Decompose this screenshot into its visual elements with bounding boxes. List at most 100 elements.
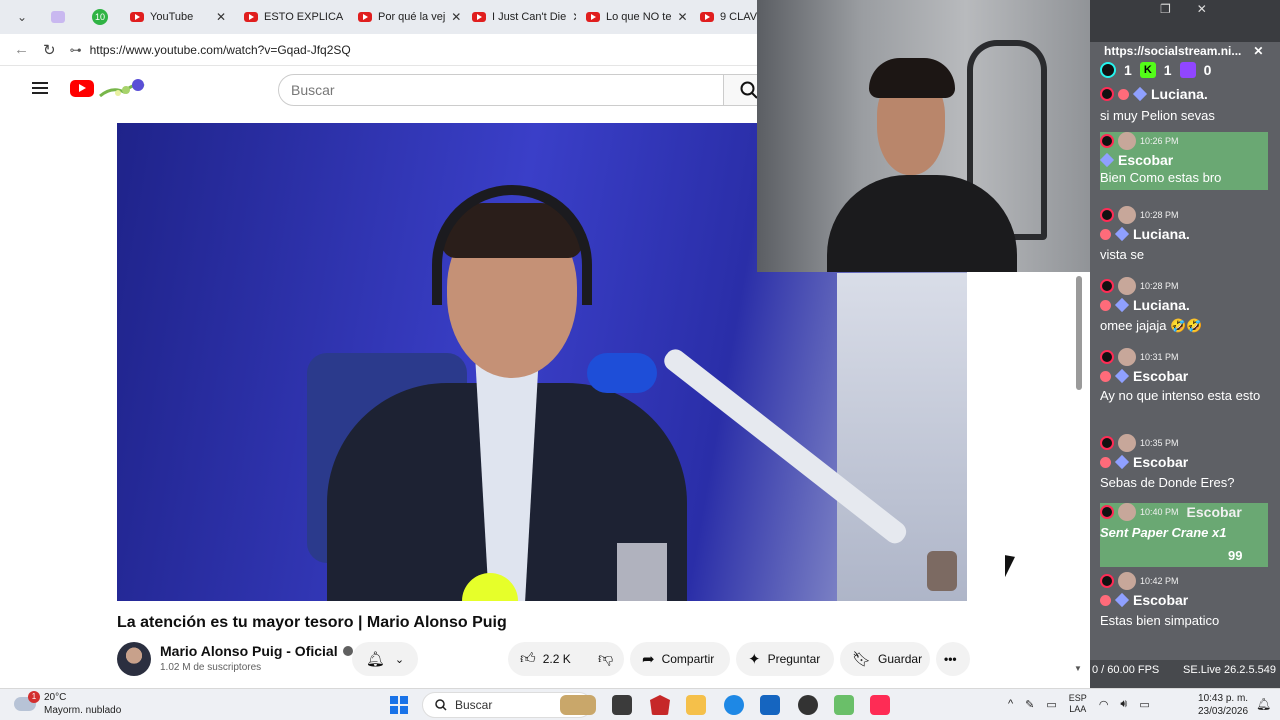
youtube-favicon-icon xyxy=(244,12,258,22)
sparkle-icon: ✦ xyxy=(748,651,761,668)
tiktok-icon xyxy=(1100,208,1114,222)
tab-list-chevron-icon[interactable]: ⌄ xyxy=(8,5,36,29)
edge-browser-icon[interactable] xyxy=(724,695,744,715)
chevron-down-icon: ⌄ xyxy=(394,653,405,666)
badge-icon xyxy=(1100,456,1111,468)
clock-time: 10:43 p. m. xyxy=(1198,693,1249,704)
lang-code: ESP xyxy=(1068,693,1087,703)
taskbar: 1 20°C Mayorm. nublado Buscar ^ ✎ ▭ ESP L… xyxy=(0,688,1280,720)
tiktok-icon xyxy=(1100,279,1114,293)
tab-9-claves[interactable]: 9 CLAVES xyxy=(692,4,758,30)
chat-text: Ay no que intenso esta esto xyxy=(1100,388,1261,403)
youtube-favicon-icon xyxy=(586,12,600,22)
lang-layout: LAA xyxy=(1069,704,1087,714)
channel-name[interactable]: Mario Alonso Puig - Oficial xyxy=(160,643,353,659)
clock-date: 23/03/2026 xyxy=(1198,706,1249,717)
chat-text: Sebas de Donde Eres? xyxy=(1100,475,1235,490)
tiktok-icon xyxy=(1100,574,1114,588)
reload-icon[interactable]: ↻ xyxy=(43,41,56,59)
tab-counter[interactable]: 10 xyxy=(80,4,120,30)
chat-text: Bien Como estas bro xyxy=(1100,170,1222,185)
ask-button[interactable]: ✦ Preguntar xyxy=(736,642,834,676)
chat-url-bar[interactable]: https://socialstream.ni... ✕ xyxy=(1104,44,1280,58)
start-button[interactable] xyxy=(390,696,408,714)
subscriber-count: 1.02 M de suscriptores xyxy=(160,662,262,673)
game-app-icon[interactable] xyxy=(834,695,854,715)
tiktok-live-icon[interactable] xyxy=(870,695,890,715)
url-field[interactable]: ⊶ https://www.youtube.com/watch?v=Gqad-J… xyxy=(70,43,351,57)
chat-footer: 0 / 60.00 FPS SE.Live 26.2.5.549 xyxy=(1090,660,1280,688)
search-highlight-icon[interactable] xyxy=(560,695,596,715)
close-window-icon[interactable]: ✕ xyxy=(1197,2,1207,16)
chat-username: Luciana. xyxy=(1133,226,1190,242)
webcam-overlay xyxy=(757,0,1105,272)
save-button[interactable]: 🔖︎ Guardar xyxy=(840,642,930,676)
close-icon[interactable]: ✕ xyxy=(677,10,687,24)
chat-text: si muy Pelion sevas xyxy=(1100,108,1215,123)
more-actions-button[interactable]: ••• xyxy=(936,642,970,676)
badge-icon xyxy=(1100,594,1111,606)
chat-username: Escobar xyxy=(1186,504,1242,520)
obs-icon[interactable] xyxy=(798,695,818,715)
weather-widget[interactable]: 1 20°C Mayorm. nublado xyxy=(14,691,121,717)
chat-username: Luciana. xyxy=(1133,297,1190,313)
close-icon[interactable]: ✕ xyxy=(572,10,576,24)
menu-icon[interactable] xyxy=(32,82,48,94)
like-button[interactable]: 👍︎ 2.2 K xyxy=(508,642,600,676)
tiktok-icon xyxy=(1100,350,1114,364)
clock[interactable]: 10:43 p. m. 23/03/2026 xyxy=(1198,692,1248,718)
tab-por-que[interactable]: Por qué la vej ✕ xyxy=(350,4,462,30)
page-scrollbar-thumb[interactable] xyxy=(1076,276,1082,390)
tab-label: 9 CLAVES xyxy=(720,11,758,23)
diamond-icon xyxy=(1099,152,1115,168)
language-indicator[interactable]: ESP LAA xyxy=(1069,693,1087,715)
channel-watermark[interactable] xyxy=(927,551,957,591)
store-icon[interactable] xyxy=(760,695,780,715)
tab-pinned[interactable] xyxy=(38,4,78,30)
wifi-icon[interactable]: ◠ xyxy=(1099,698,1109,711)
avatar xyxy=(1118,503,1136,521)
badge-icon xyxy=(1118,88,1129,100)
share-button[interactable]: ➦ Compartir xyxy=(630,642,730,676)
chat-username: Escobar xyxy=(1133,454,1189,470)
dislike-button[interactable]: 👎︎ xyxy=(588,642,624,676)
site-info-icon[interactable]: ⊶ xyxy=(70,43,82,57)
tab-lo-que[interactable]: Lo que NO te ✕ xyxy=(578,4,690,30)
tab-esto-explica[interactable]: ESTO EXPLICA✕ xyxy=(236,4,348,30)
display-icon[interactable]: ▭ xyxy=(1046,698,1056,711)
shield-app-icon[interactable] xyxy=(650,695,670,715)
close-icon[interactable]: ✕ xyxy=(451,10,461,24)
file-explorer-icon[interactable] xyxy=(686,695,706,715)
restore-icon[interactable]: ❐ xyxy=(1160,2,1171,16)
pen-icon[interactable]: ✎ xyxy=(1025,698,1034,711)
share-icon: ➦ xyxy=(642,651,655,668)
avatar xyxy=(1118,277,1136,295)
save-label: Guardar xyxy=(878,652,923,666)
tab-i-just[interactable]: I Just Can't Die ✕ xyxy=(464,4,576,30)
doodle-logo-icon[interactable] xyxy=(98,78,146,100)
url-text: https://www.youtube.com/watch?v=Gqad-Jfq… xyxy=(89,42,351,57)
twitch-count: 0 xyxy=(1203,62,1212,78)
chat-username: Escobar xyxy=(1133,368,1189,384)
close-icon[interactable]: ✕ xyxy=(216,10,226,24)
temperature: 20°C xyxy=(44,692,67,703)
search-input[interactable]: Buscar xyxy=(278,74,724,106)
youtube-logo-icon[interactable] xyxy=(70,80,94,97)
subscribed-bell-button[interactable]: 🔔︎ ⌄ xyxy=(352,642,418,676)
chat-message: 10:35 PM Escobar Sebas de Donde Eres? xyxy=(1100,434,1268,491)
battery-icon[interactable]: ▭ xyxy=(1139,698,1149,711)
scroll-down-arrow-icon[interactable]: ▼ xyxy=(1074,664,1082,673)
bell-icon: 🔔︎ xyxy=(365,651,385,668)
volume-icon[interactable]: 🔊︎ xyxy=(1120,698,1127,711)
weather-description: Mayorm. nublado xyxy=(44,705,122,716)
tab-youtube[interactable]: YouTube ✕ xyxy=(122,4,234,30)
close-chat-icon[interactable]: ✕ xyxy=(1253,44,1263,58)
avatar xyxy=(1118,572,1136,590)
chevron-up-icon[interactable]: ^ xyxy=(1008,698,1013,710)
back-arrow-icon[interactable]: ← xyxy=(14,41,29,58)
terminal-icon[interactable] xyxy=(612,695,632,715)
chat-text: Estas bien simpatico xyxy=(1100,613,1220,628)
channel-avatar[interactable] xyxy=(117,642,151,676)
diamond-icon xyxy=(1114,297,1130,313)
notification-bell-icon[interactable]: 🔔︎ xyxy=(1256,697,1271,711)
